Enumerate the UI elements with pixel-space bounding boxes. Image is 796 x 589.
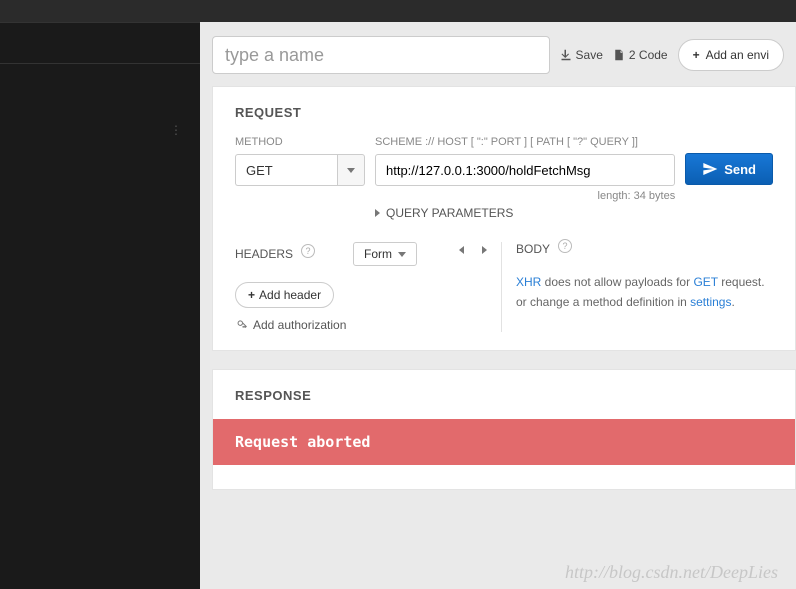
chevron-right-icon[interactable] [482, 246, 487, 254]
query-parameters-toggle[interactable]: QUERY PARAMETERS [375, 206, 773, 220]
form-label: Form [364, 247, 392, 261]
add-auth-label: Add authorization [253, 318, 346, 332]
method-select[interactable]: GET [235, 154, 365, 186]
file-icon [613, 49, 625, 61]
url-length: length: 34 bytes [375, 190, 675, 202]
add-header-label: Add header [259, 288, 321, 302]
send-label: Send [724, 162, 756, 177]
toolbar: Save 2 Code + Add an envi [200, 22, 796, 86]
query-parameters-label: QUERY PARAMETERS [386, 206, 513, 220]
headers-label: HEADERS [235, 247, 293, 261]
response-error: Request aborted [213, 419, 795, 465]
url-input[interactable] [375, 154, 675, 186]
settings-link[interactable]: settings [690, 295, 731, 309]
send-icon [702, 161, 718, 177]
sidebar-divider [0, 63, 200, 64]
method-dropdown-toggle[interactable] [337, 154, 365, 186]
sidebar: ⋮ [0, 22, 200, 589]
method-value: GET [235, 154, 337, 186]
plus-icon: + [693, 48, 700, 62]
get-link[interactable]: GET [693, 275, 717, 289]
vertical-divider [501, 242, 502, 332]
sidebar-kebab-icon[interactable]: ⋮ [170, 123, 184, 137]
main-area: Save 2 Code + Add an envi REQUEST METHOD… [200, 22, 796, 589]
add-authorization-button[interactable]: Add authorization [235, 318, 445, 332]
xhr-link[interactable]: XHR [516, 275, 541, 289]
save-button[interactable]: Save [560, 48, 603, 62]
name-input[interactable] [212, 36, 550, 74]
body-label: BODY [516, 242, 550, 256]
request-title: REQUEST [235, 105, 773, 120]
response-title: RESPONSE [213, 388, 795, 419]
method-label: METHOD [235, 136, 365, 148]
add-env-label: Add an envi [706, 48, 769, 62]
triangle-right-icon [375, 209, 380, 217]
key-icon [235, 319, 247, 331]
scheme-label: SCHEME :// HOST [ ":" PORT ] [ PATH [ "?… [375, 136, 675, 148]
headers-view-toggle[interactable]: Form [353, 242, 417, 266]
body-column: BODY ? XHR does not allow payloads for G… [508, 242, 773, 332]
save-label: Save [576, 48, 603, 62]
plus-icon: + [248, 288, 255, 302]
code-button[interactable]: 2 Code [613, 48, 668, 62]
top-bar [0, 0, 796, 22]
headers-column: HEADERS ? Form + Add header [235, 242, 445, 332]
send-button[interactable]: Send [685, 153, 773, 185]
download-icon [560, 49, 572, 61]
code-label: 2 Code [629, 48, 668, 62]
help-icon[interactable]: ? [558, 239, 572, 253]
response-panel: RESPONSE Request aborted [212, 369, 796, 490]
chevron-left-icon[interactable] [459, 246, 464, 254]
add-environment-button[interactable]: + Add an envi [678, 39, 784, 71]
body-message: XHR does not allow payloads for GET requ… [516, 272, 773, 313]
chevron-down-icon [347, 168, 355, 173]
request-panel: REQUEST METHOD GET SCHEME :// HOST [ ":"… [212, 86, 796, 351]
help-icon[interactable]: ? [301, 244, 315, 258]
chevron-down-icon [398, 252, 406, 257]
add-header-button[interactable]: + Add header [235, 282, 334, 308]
pane-arrows [445, 242, 501, 332]
